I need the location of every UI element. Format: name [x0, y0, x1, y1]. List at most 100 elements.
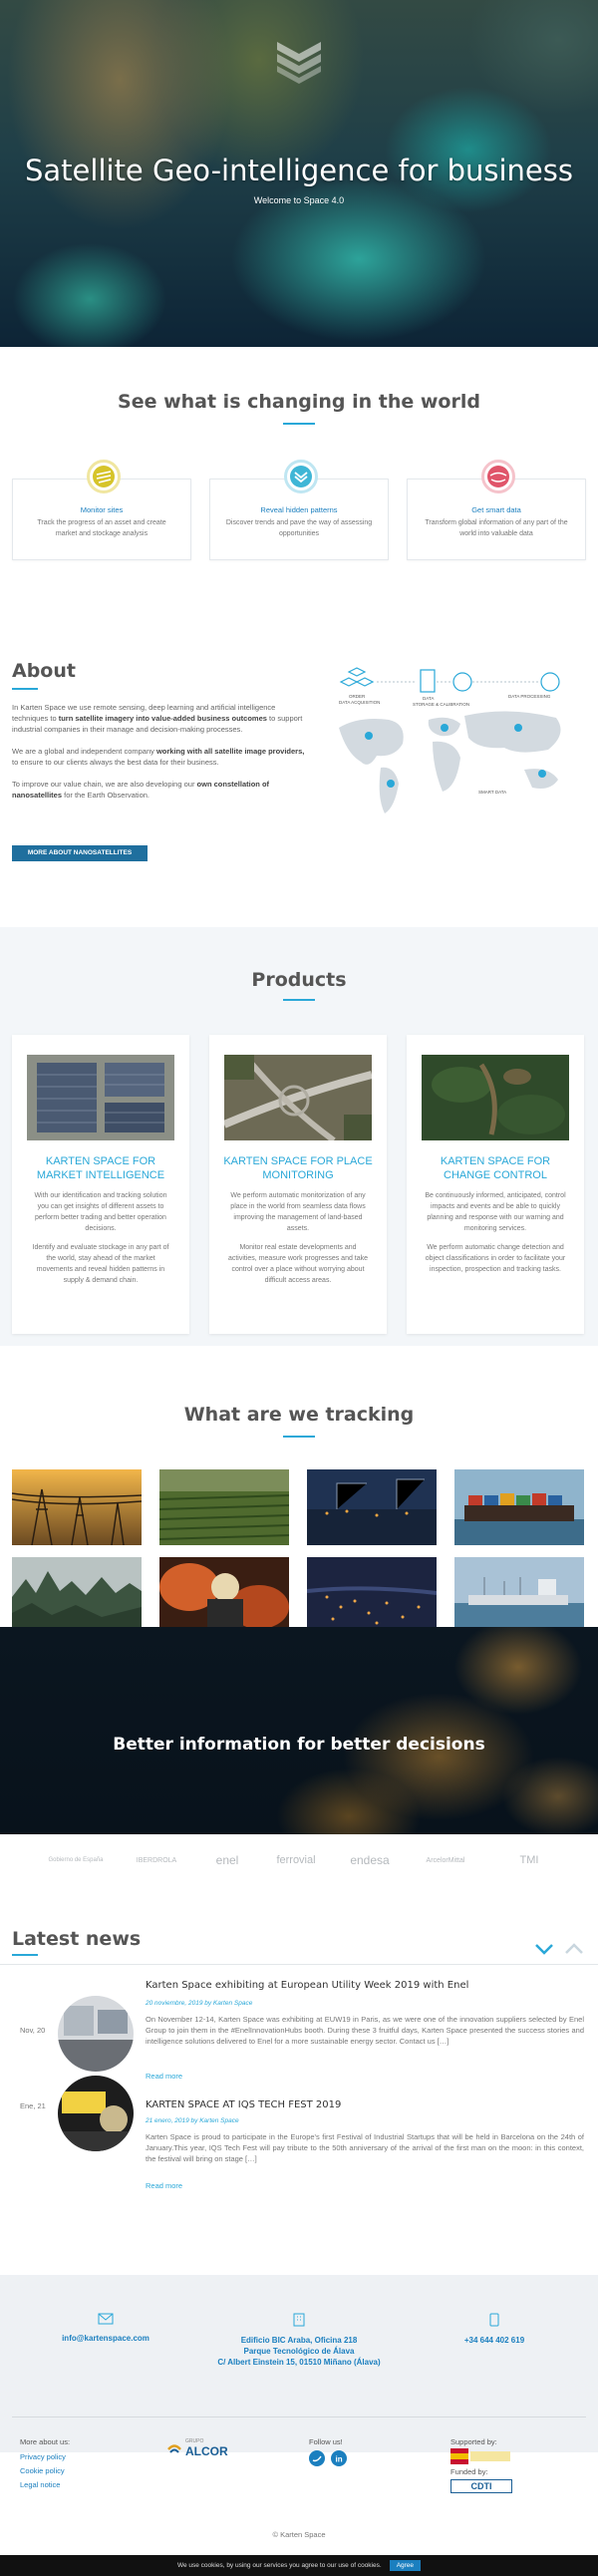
- product-card-place-monitoring: KARTEN SPACE FOR PLACE MONITORING We per…: [209, 1035, 387, 1334]
- email-link[interactable]: info@kartenspace.com: [62, 2334, 150, 2343]
- chevron-down-icon[interactable]: [534, 1942, 554, 1956]
- building-icon: [293, 2313, 305, 2327]
- funded-by-label: Funded by:: [450, 2467, 488, 2476]
- follow-us-label: Follow us!: [309, 2437, 343, 2446]
- hero-title: Satellite Geo-intelligence for business: [25, 154, 573, 187]
- product-desc-1: Be continuously informed, anticipated, c…: [425, 1192, 566, 1232]
- tracking-image-firefighter: [159, 1557, 289, 1633]
- news-image-iqs[interactable]: [58, 2076, 134, 2151]
- copyright: © Karten Space: [272, 2530, 326, 2539]
- product-desc-1: With our identification and tracking sol…: [34, 1192, 167, 1232]
- envelope-icon: [98, 2313, 114, 2325]
- changing-underline: [283, 423, 315, 425]
- product-image-forest: [422, 1055, 569, 1140]
- feature-title: Reveal hidden patterns: [260, 505, 338, 514]
- partner-logo-iberdrola: IBERDROLA: [136, 1856, 177, 1864]
- diagram-label-processing: DATA PROCESSING: [508, 694, 551, 699]
- news-meta: 20 noviembre, 2019 by Karten Space: [146, 2000, 253, 2007]
- address-line-2: Parque Tecnológico de Álava: [243, 2347, 355, 2356]
- phone-icon: [489, 2313, 499, 2327]
- news-title: Latest news: [12, 1928, 142, 1950]
- product-image-highway: [222, 1053, 373, 1143]
- partner-logo-arcelormittal: ArcelorMittal: [426, 1856, 465, 1864]
- news-image-euw[interactable]: [58, 1996, 134, 2072]
- tracking-image-forest-fog: [12, 1557, 142, 1633]
- about-title: About: [12, 660, 76, 682]
- news-body: On November 12-14, Karten Space was exhi…: [146, 2015, 584, 2046]
- tracking-image-city-night: [307, 1557, 437, 1633]
- cookie-text: We use cookies, by using our services yo…: [176, 2562, 382, 2569]
- feature-title: Monitor sites: [80, 505, 124, 514]
- product-card-market-intelligence: KARTEN SPACE FOR MARKET INTELLIGENCE Wit…: [12, 1035, 189, 1334]
- footer-divider: [12, 2416, 586, 2417]
- feature-title: Get smart data: [471, 505, 521, 514]
- news-body: Karten Space is proud to participate in …: [146, 2132, 584, 2163]
- chevron-up-icon[interactable]: [564, 1942, 584, 1956]
- alcor-logo: GRUPO ALCOR: [167, 2438, 231, 2462]
- news-heading[interactable]: Karten Space exhibiting at European Util…: [146, 1980, 468, 1991]
- tracking-image-container-ship: [454, 1469, 584, 1545]
- read-more-link[interactable]: Read more: [146, 2181, 182, 2190]
- contact-phone: +34 644 402 619: [395, 2313, 594, 2346]
- hero-subtitle: Welcome to Space 4.0: [253, 195, 345, 205]
- karten-logo-icon: [277, 42, 321, 84]
- privacy-policy-link[interactable]: Privacy policy: [20, 2452, 66, 2461]
- spain-government-logo-icon: [450, 2448, 510, 2464]
- more-about-label: More about us:: [20, 2437, 71, 2446]
- globe-icon: [481, 460, 515, 493]
- news-date: Ene, 21: [20, 2101, 46, 2110]
- diagram-label-storage: STORAGE & CALIBRATION: [413, 702, 469, 707]
- read-more-link[interactable]: Read more: [146, 2072, 182, 2081]
- tracking-image-power-lines: [12, 1469, 142, 1545]
- tracking-image-tanker-ship: [454, 1557, 584, 1633]
- news-heading[interactable]: KARTEN SPACE AT IQS TECH FEST 2019: [146, 2099, 341, 2110]
- product-card-change-control: KARTEN SPACE FOR CHANGE CONTROL Be conti…: [407, 1035, 584, 1334]
- products-underline: [283, 999, 315, 1001]
- more-about-nanosatellites-button[interactable]: MORE ABOUT NANOSATELLITES: [12, 845, 148, 861]
- product-desc-2: Identify and evaluate stockage in any pa…: [32, 1244, 169, 1284]
- feature-desc: Track the progress of an asset and creat…: [37, 519, 166, 537]
- changing-title: See what is changing in the world: [118, 391, 480, 413]
- hero-banner: Satellite Geo-intelligence for business …: [0, 0, 598, 347]
- better-information-banner: [0, 1627, 598, 1834]
- diagram-label-order: ORDER: [349, 694, 366, 699]
- phone-link[interactable]: +34 644 402 619: [464, 2336, 524, 2345]
- partner-logo-ferrovial: ferrovial: [276, 1854, 316, 1866]
- cdti-logo: CDTI: [450, 2479, 512, 2493]
- feature-reveal-patterns: Reveal hidden patterns Discover trends a…: [209, 460, 389, 560]
- product-title: KARTEN SPACE FOR PLACE MONITORING: [223, 1155, 373, 1181]
- contact-address: Edificio BIC Araba, Oficina 218 Parque T…: [199, 2313, 399, 2368]
- partner-logo-endesa: endesa: [350, 1853, 390, 1867]
- feature-desc: Transform global information of any part…: [425, 519, 568, 537]
- cookie-banner: We use cookies, by using our services yo…: [0, 2555, 598, 2576]
- feature-smart-data: Get smart data Transform global informat…: [407, 460, 586, 560]
- lines-icon: [87, 460, 121, 493]
- chevron-icon: [284, 460, 318, 493]
- svg-text:in: in: [336, 2455, 343, 2464]
- about-underline: [12, 688, 38, 690]
- cookie-policy-link[interactable]: Cookie policy: [20, 2466, 65, 2475]
- linkedin-icon[interactable]: in: [331, 2450, 347, 2466]
- feature-desc: Discover trends and pave the way of asse…: [225, 519, 373, 537]
- partner-logo-enel: enel: [215, 1853, 239, 1867]
- address-line-3: C/ Albert Einstein 15, 01510 Miñano (Ála…: [217, 2358, 381, 2367]
- tracking-image-port-night: [307, 1469, 437, 1545]
- about-diagram: ORDER DATA ACQUISITION DATA STORAGE & CA…: [339, 667, 561, 813]
- feature-monitor-sites: Monitor sites Track the progress of an a…: [12, 460, 191, 560]
- twitter-icon[interactable]: [309, 2450, 325, 2466]
- news-underline: [12, 1954, 38, 1956]
- product-title: KARTEN SPACE FOR CHANGE CONTROL: [440, 1155, 551, 1181]
- product-image-solar: [27, 1055, 174, 1140]
- legal-notice-link[interactable]: Legal notice: [20, 2480, 60, 2489]
- product-desc-1: We perform automatic monitorization of a…: [230, 1192, 366, 1232]
- tracking-title: What are we tracking: [183, 1404, 415, 1426]
- news-divider: [0, 1964, 598, 1965]
- alcor-mark-icon: [167, 2444, 181, 2453]
- news-date: Nov, 20: [20, 2026, 46, 2035]
- product-desc-2: We perform automatic change detection an…: [425, 1244, 566, 1273]
- diagram-label-data: DATA: [423, 696, 434, 701]
- news-meta: 21 enero, 2019 by Karten Space: [146, 2117, 239, 2124]
- about-paragraph-1: In Karten Space we use remote sensing, d…: [12, 703, 303, 734]
- contact-email: info@kartenspace.com: [6, 2313, 205, 2344]
- agree-button[interactable]: Agree: [389, 2560, 422, 2571]
